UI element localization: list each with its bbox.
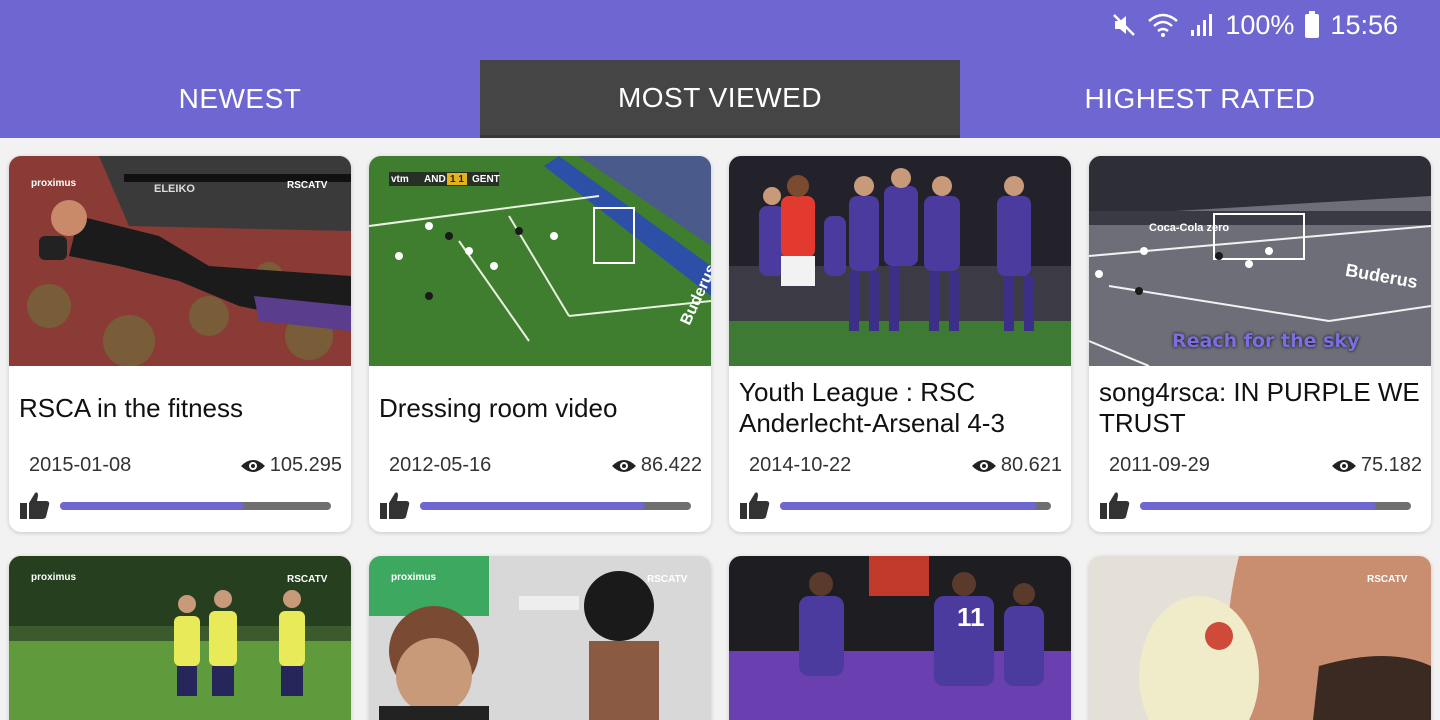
app-header: 100% 15:56 NEWEST MOST VIEWED HIGHEST RA… — [0, 0, 1440, 138]
view-count: 75.182 — [1331, 454, 1422, 477]
mute-icon — [1111, 12, 1137, 38]
video-card[interactable]: Coca-Cola zero Buderus Reach for the sky… — [1089, 156, 1431, 532]
video-thumbnail: proximus RSCATV — [369, 556, 711, 720]
tab-bar: NEWEST MOST VIEWED HIGHEST RATED — [0, 60, 1440, 138]
video-caption: Reach for the sky — [1172, 330, 1360, 352]
video-card[interactable]: RSCATV — [1089, 556, 1431, 720]
score-away: GENT — [472, 174, 500, 185]
eleiko-logo: ELEIKO — [154, 183, 195, 195]
rscatv-logo: RSCATV — [1367, 574, 1408, 585]
vtm-logo: vtm — [391, 174, 409, 185]
rating-fill — [420, 502, 645, 510]
tab-newest[interactable]: NEWEST — [0, 60, 480, 138]
eye-icon — [240, 459, 265, 472]
wifi-icon — [1147, 12, 1179, 38]
thumbs-up-icon[interactable] — [379, 489, 411, 521]
rscatv-logo: RSCATV — [647, 574, 688, 585]
view-count-value: 75.182 — [1360, 454, 1422, 476]
thumbs-up-icon[interactable] — [19, 489, 51, 521]
video-date: 2014-10-22 — [749, 454, 852, 476]
video-card[interactable]: proximus RSCATV — [9, 556, 351, 720]
rating-fill — [1140, 502, 1376, 510]
video-date: 2011-09-29 — [1109, 454, 1210, 476]
rating-bar — [1140, 502, 1411, 510]
shirt-number: 11 — [957, 602, 985, 632]
rating-fill — [60, 502, 245, 510]
score-value: 1 1 — [450, 174, 464, 185]
rscatv-logo: RSCATV — [287, 574, 328, 585]
video-thumbnail: proximus RSCATV ELEIKO — [9, 156, 351, 366]
video-title: Youth League : RSC Anderlecht-Arsenal 4-… — [739, 377, 1005, 438]
video-thumbnail: 11 — [729, 556, 1071, 720]
video-thumbnail — [729, 156, 1071, 366]
video-thumbnail: Coca-Cola zero Buderus Reach for the sky — [1089, 156, 1431, 366]
video-card[interactable]: 11 — [729, 556, 1071, 720]
thumbs-up-icon[interactable] — [1099, 489, 1131, 521]
tab-most-viewed[interactable]: MOST VIEWED — [480, 60, 960, 138]
view-count-value: 86.422 — [640, 454, 702, 476]
rating-fill — [780, 502, 1038, 510]
video-date: 2015-01-08 — [29, 454, 132, 476]
view-count-value: 105.295 — [269, 454, 342, 476]
status-bar: 100% 15:56 — [1111, 8, 1398, 42]
eye-icon — [971, 459, 996, 472]
video-card[interactable]: proximus RSCATV — [369, 556, 711, 720]
tab-highest-rated[interactable]: HIGHEST RATED — [960, 60, 1440, 138]
video-card[interactable]: Youth League : RSC Anderlecht-Arsenal 4-… — [729, 156, 1071, 532]
proximus-logo: proximus — [31, 178, 77, 189]
proximus-logo: proximus — [31, 572, 77, 583]
proximus-logo: proximus — [391, 572, 437, 583]
video-thumbnail: RSCATV — [1089, 556, 1431, 720]
video-thumbnail: proximus RSCATV — [9, 556, 351, 720]
rating-bar — [420, 502, 691, 510]
eye-icon — [611, 459, 636, 472]
video-title: song4rsca: IN PURPLE WE TRUST — [1099, 377, 1420, 438]
video-card[interactable]: vtm AND 1 1 GENT Buderus Dressing room v… — [369, 156, 711, 532]
signal-icon — [1189, 12, 1215, 38]
video-thumbnail: vtm AND 1 1 GENT Buderus — [369, 156, 711, 366]
battery-percent: 100% — [1225, 9, 1295, 40]
rating-bar — [60, 502, 331, 510]
eye-icon — [1331, 459, 1356, 472]
rating-bar — [780, 502, 1051, 510]
view-count: 86.422 — [611, 454, 702, 477]
view-count: 80.621 — [971, 454, 1062, 477]
view-count: 105.295 — [240, 454, 342, 477]
video-title: Dressing room video — [379, 392, 618, 423]
video-grid: proximus RSCATV ELEIKO RSCA in the fitne… — [0, 138, 1440, 720]
thumbs-up-icon[interactable] — [739, 489, 771, 521]
video-date: 2012-05-16 — [389, 454, 492, 476]
rscatv-logo: RSCATV — [287, 180, 328, 191]
video-card[interactable]: proximus RSCATV ELEIKO RSCA in the fitne… — [9, 156, 351, 532]
clock: 15:56 — [1330, 9, 1398, 40]
battery-icon — [1304, 11, 1320, 39]
score-home: AND — [424, 174, 446, 185]
view-count-value: 80.621 — [1000, 454, 1062, 476]
coca-cola-board: Coca-Cola zero — [1149, 222, 1230, 234]
video-title: RSCA in the fitness — [19, 392, 243, 423]
